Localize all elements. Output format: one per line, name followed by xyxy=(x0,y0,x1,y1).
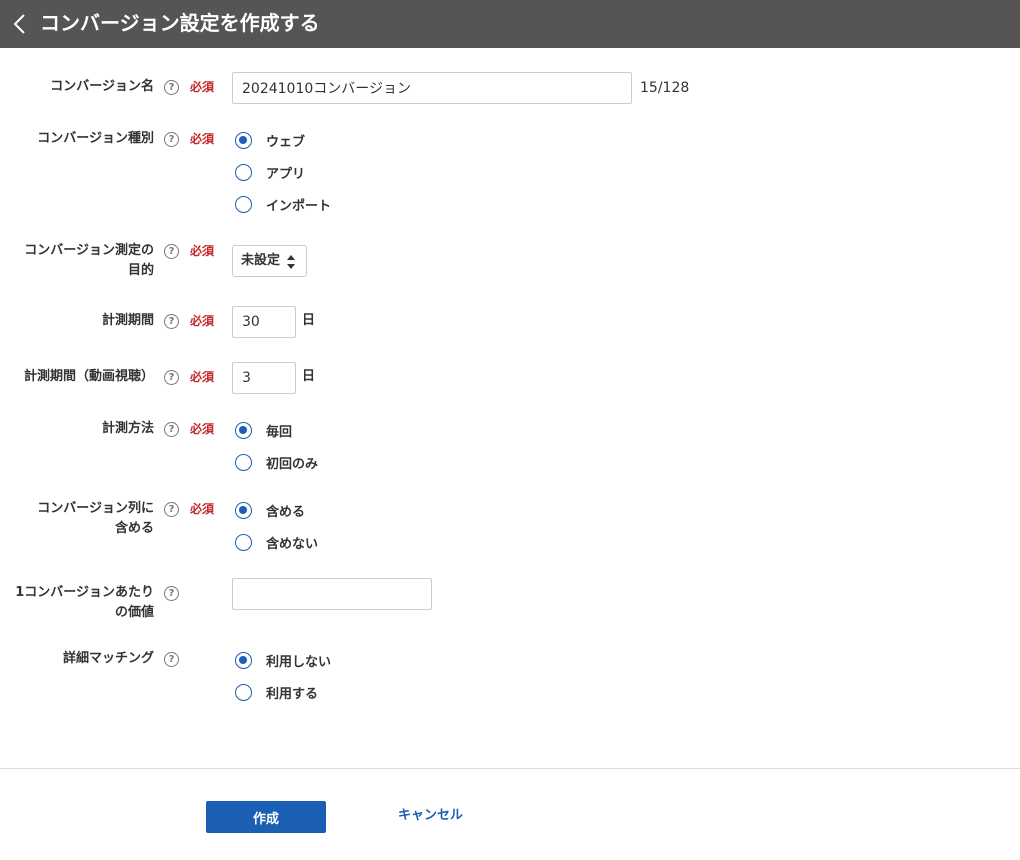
radio-label: ウェブ xyxy=(266,134,306,150)
value-label: 1コンバージョンあたり xyxy=(15,585,154,600)
radio-button-checked[interactable] xyxy=(235,501,252,519)
cancel-button[interactable]: キャンセル xyxy=(398,806,463,826)
help-icon[interactable]: ? xyxy=(164,586,179,601)
period-label: 計測期間 xyxy=(101,313,154,328)
radio-button-checked[interactable] xyxy=(235,421,252,439)
required-badge: 必須 xyxy=(190,502,215,516)
video-period-input[interactable] xyxy=(232,362,296,394)
purpose-label-line2: 目的 xyxy=(127,263,154,278)
help-icon[interactable]: ? xyxy=(164,244,179,259)
value-label-line2: の価値 xyxy=(114,605,154,620)
radio-label: 初回のみ xyxy=(266,456,319,472)
radio-type-import[interactable]: インポート xyxy=(235,195,332,214)
advanced-matching-label: 詳細マッチング xyxy=(62,651,154,666)
period-unit: 日 xyxy=(302,313,316,328)
value-input[interactable] xyxy=(232,578,432,610)
method-label: 計測方法 xyxy=(101,421,154,436)
help-icon[interactable]: ? xyxy=(164,502,179,517)
radio-label: 含める xyxy=(266,504,306,520)
page-header: コンバージョン設定を作成する xyxy=(0,0,1020,48)
radio-label: 毎回 xyxy=(266,424,293,440)
required-badge: 必須 xyxy=(190,370,215,384)
video-period-unit: 日 xyxy=(302,369,316,384)
radio-type-app[interactable]: アプリ xyxy=(235,163,306,182)
radio-include-yes[interactable]: 含める xyxy=(235,501,306,520)
radio-include-no[interactable]: 含めない xyxy=(235,533,319,552)
radio-button-checked[interactable] xyxy=(235,131,252,149)
required-badge: 必須 xyxy=(190,314,215,328)
create-button[interactable]: 作成 xyxy=(206,801,326,833)
radio-button[interactable] xyxy=(235,453,252,471)
page-title: コンバージョン設定を作成する xyxy=(40,11,320,35)
help-icon[interactable]: ? xyxy=(164,652,179,667)
radio-label: インポート xyxy=(266,198,332,214)
required-badge: 必須 xyxy=(190,132,215,146)
required-badge: 必須 xyxy=(190,244,215,258)
purpose-select[interactable]: 未設定 xyxy=(232,245,307,277)
conversion-type-label: コンバージョン種別 xyxy=(37,131,154,146)
required-badge: 必須 xyxy=(190,422,215,436)
radio-method-first[interactable]: 初回のみ xyxy=(235,453,319,472)
sort-arrows-icon xyxy=(287,255,295,269)
radio-type-web[interactable]: ウェブ xyxy=(235,131,306,150)
radio-button[interactable] xyxy=(235,195,252,213)
radio-matching-off[interactable]: 利用しない xyxy=(235,651,332,670)
footer-divider xyxy=(0,768,1020,769)
include-column-label-line2: 含める xyxy=(114,521,154,536)
radio-label: 含めない xyxy=(266,536,319,552)
chevron-left-icon xyxy=(13,14,25,34)
radio-button[interactable] xyxy=(235,163,252,181)
conversion-name-label: コンバージョン名 xyxy=(50,79,154,94)
radio-button[interactable] xyxy=(235,683,252,701)
required-badge: 必須 xyxy=(190,80,215,94)
conversion-name-input[interactable] xyxy=(232,72,632,104)
back-button[interactable] xyxy=(8,10,32,38)
period-input[interactable] xyxy=(232,306,296,338)
character-counter: 15/128 xyxy=(640,80,690,96)
help-icon[interactable]: ? xyxy=(164,370,179,385)
radio-method-every[interactable]: 毎回 xyxy=(235,421,293,440)
radio-button[interactable] xyxy=(235,533,252,551)
help-icon[interactable]: ? xyxy=(164,132,179,147)
radio-label: アプリ xyxy=(266,166,306,182)
help-icon[interactable]: ? xyxy=(164,80,179,95)
include-column-label: コンバージョン列に xyxy=(37,501,154,516)
radio-button-checked[interactable] xyxy=(235,651,252,669)
radio-matching-on[interactable]: 利用する xyxy=(235,683,319,702)
purpose-label: コンバージョン測定の xyxy=(24,243,154,258)
purpose-select-value: 未設定 xyxy=(241,253,281,268)
radio-label: 利用する xyxy=(266,686,319,702)
video-period-label: 計測期間（動画視聴） xyxy=(23,369,154,384)
help-icon[interactable]: ? xyxy=(164,314,179,329)
radio-label: 利用しない xyxy=(266,654,332,670)
help-icon[interactable]: ? xyxy=(164,422,179,437)
